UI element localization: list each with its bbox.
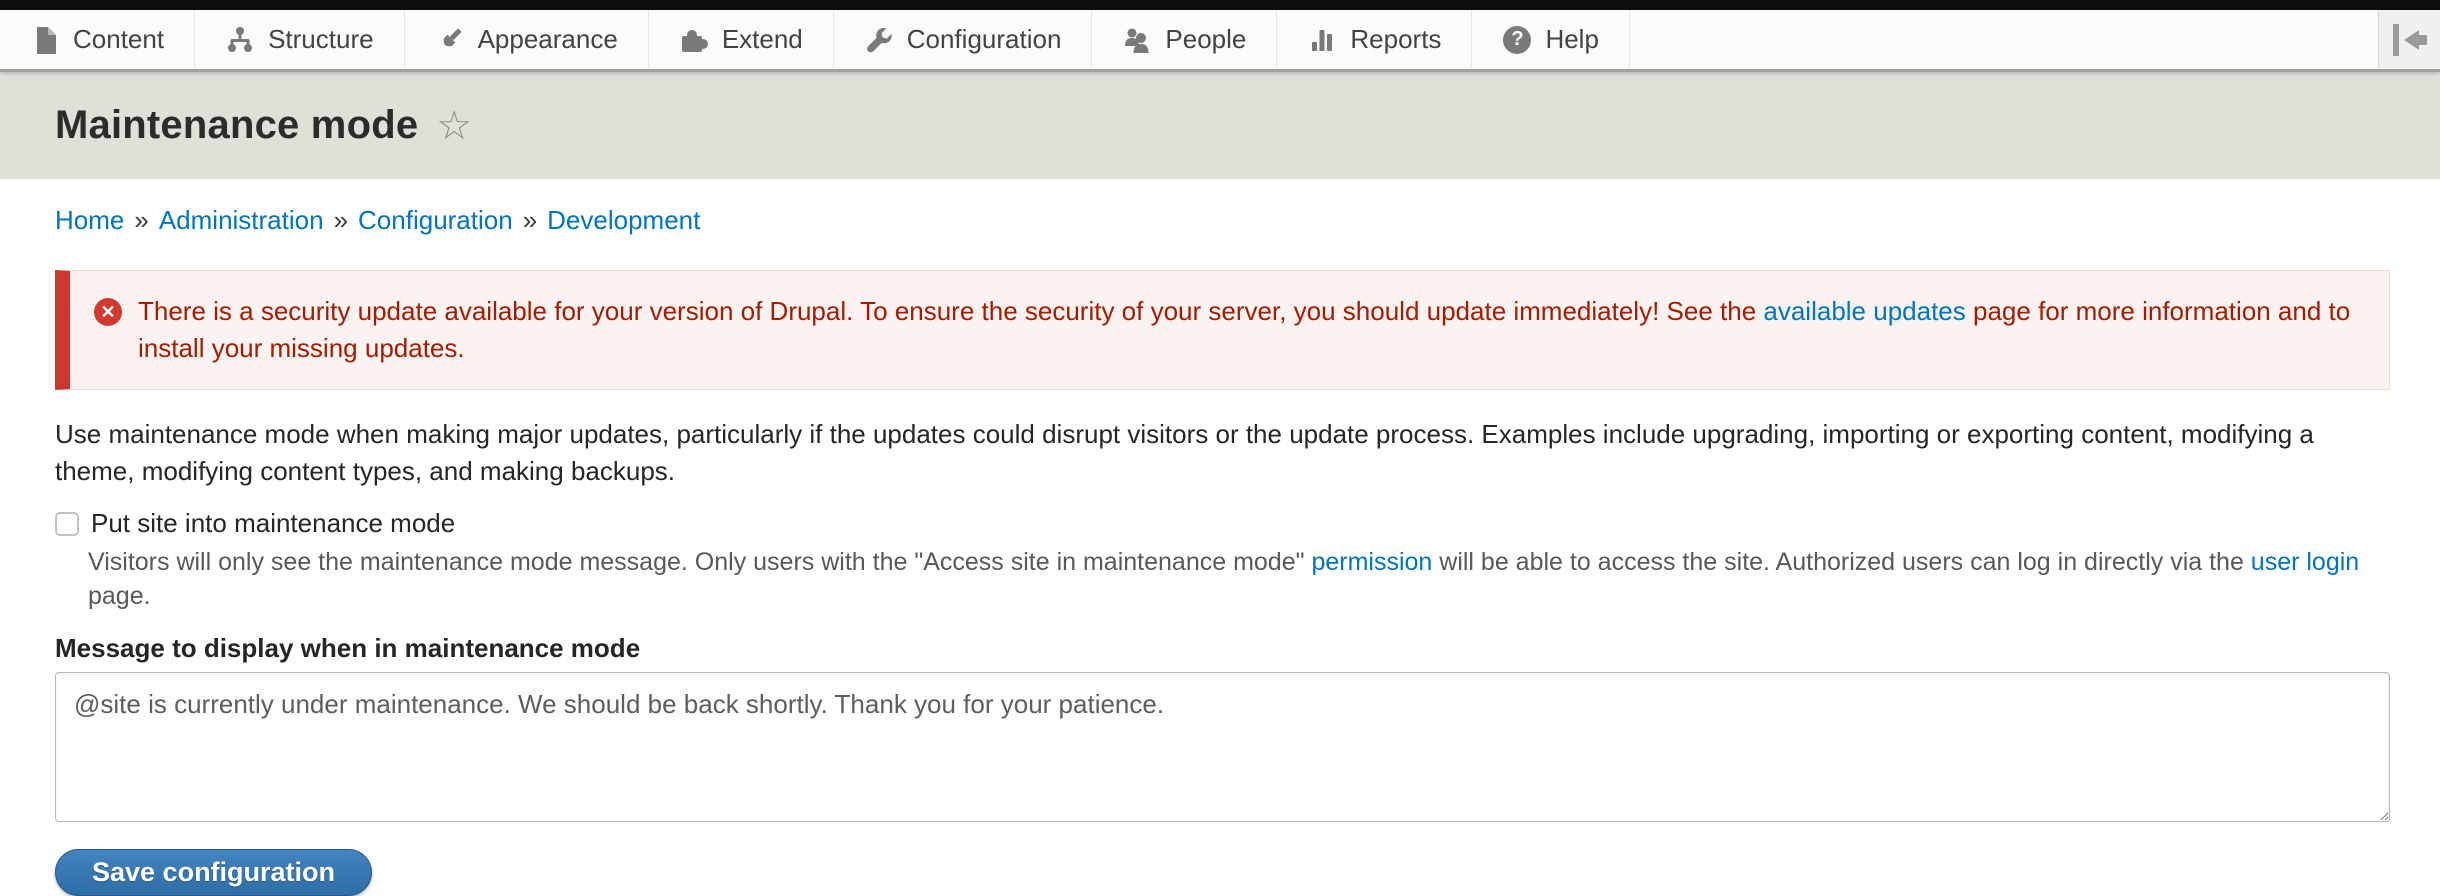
page-title: Maintenance mode (55, 103, 418, 148)
main-content: Home » Administration » Configuration » Develo… (0, 179, 2440, 896)
user-login-link[interactable]: user login (2251, 548, 2359, 576)
collapse-arrow-tail (2419, 35, 2427, 45)
message-field-label: Message to display when in maintenance m… (55, 633, 2390, 664)
intro-text: Use maintenance mode when making major u… (55, 416, 2390, 490)
bar-chart-icon (1307, 25, 1337, 55)
toolbar-item-structure[interactable]: Structure (195, 10, 405, 69)
toolbar-item-help[interactable]: ? Help (1472, 10, 1629, 69)
paintbrush-icon (435, 25, 465, 55)
error-icon: ✕ (94, 298, 122, 326)
error-message-text: There is a security update available for… (138, 293, 2361, 367)
toolbar-item-label: Content (73, 24, 164, 55)
toolbar-item-appearance[interactable]: Appearance (405, 10, 649, 69)
breadcrumb-link-home[interactable]: Home (55, 205, 124, 235)
toolbar-item-extend[interactable]: Extend (649, 10, 834, 69)
toolbar-item-label: Structure (268, 24, 374, 55)
wrench-icon (864, 25, 894, 55)
admin-toolbar: Content Structure Appearance Extend Conf… (0, 10, 2440, 72)
breadcrumb-separator: » (523, 205, 537, 235)
save-configuration-button[interactable]: Save configuration (55, 849, 372, 896)
maintenance-mode-description: Visitors will only see the maintenance m… (88, 545, 2390, 613)
admin-toolbar-top-strip (0, 0, 2440, 10)
star-outline-icon[interactable]: ☆ (436, 106, 472, 146)
error-text-before: There is a security update available for… (138, 296, 1763, 326)
breadcrumb-separator: » (134, 205, 148, 235)
puzzle-icon (679, 25, 709, 55)
sitemap-icon (225, 25, 255, 55)
maintenance-mode-checkbox-label[interactable]: Put site into maintenance mode (91, 508, 455, 539)
people-icon (1122, 25, 1152, 55)
page-header: Maintenance mode ☆ (0, 72, 2440, 179)
breadcrumb-link-administration[interactable]: Administration (159, 205, 324, 235)
description-part3: page. (88, 582, 151, 610)
toolbar-item-label: Appearance (478, 24, 618, 55)
collapse-arrow-icon (2404, 30, 2419, 50)
permission-link[interactable]: permission (1311, 548, 1432, 576)
breadcrumb-link-configuration[interactable]: Configuration (358, 205, 513, 235)
toolbar-item-reports[interactable]: Reports (1277, 10, 1472, 69)
toolbar-item-label: Configuration (907, 24, 1062, 55)
toolbar-item-label: Reports (1350, 24, 1441, 55)
available-updates-link[interactable]: available updates (1763, 296, 1965, 326)
maintenance-mode-checkbox[interactable] (55, 512, 79, 536)
toolbar-item-label: Help (1545, 24, 1598, 55)
breadcrumb-separator: » (334, 205, 348, 235)
breadcrumb-link-development[interactable]: Development (547, 205, 700, 235)
collapse-left-icon (2393, 24, 2399, 56)
maintenance-message-textarea[interactable] (55, 672, 2390, 822)
breadcrumb: Home » Administration » Configuration » Develo… (55, 205, 2390, 236)
toolbar-spacer (1630, 10, 2378, 69)
toolbar-item-label: Extend (722, 24, 803, 55)
toolbar-item-label: People (1165, 24, 1246, 55)
toolbar-collapse-button[interactable] (2378, 10, 2440, 69)
description-part1: Visitors will only see the maintenance m… (88, 548, 1311, 576)
file-icon (30, 25, 60, 55)
toolbar-item-content[interactable]: Content (0, 10, 195, 69)
error-message: ✕ There is a security update available f… (55, 270, 2390, 390)
maintenance-mode-checkbox-row: Put site into maintenance mode (55, 508, 2390, 539)
question-icon: ? (1502, 25, 1532, 55)
toolbar-item-configuration[interactable]: Configuration (834, 10, 1093, 69)
toolbar-item-people[interactable]: People (1092, 10, 1277, 69)
description-part2: will be able to access the site. Authori… (1432, 548, 2250, 576)
